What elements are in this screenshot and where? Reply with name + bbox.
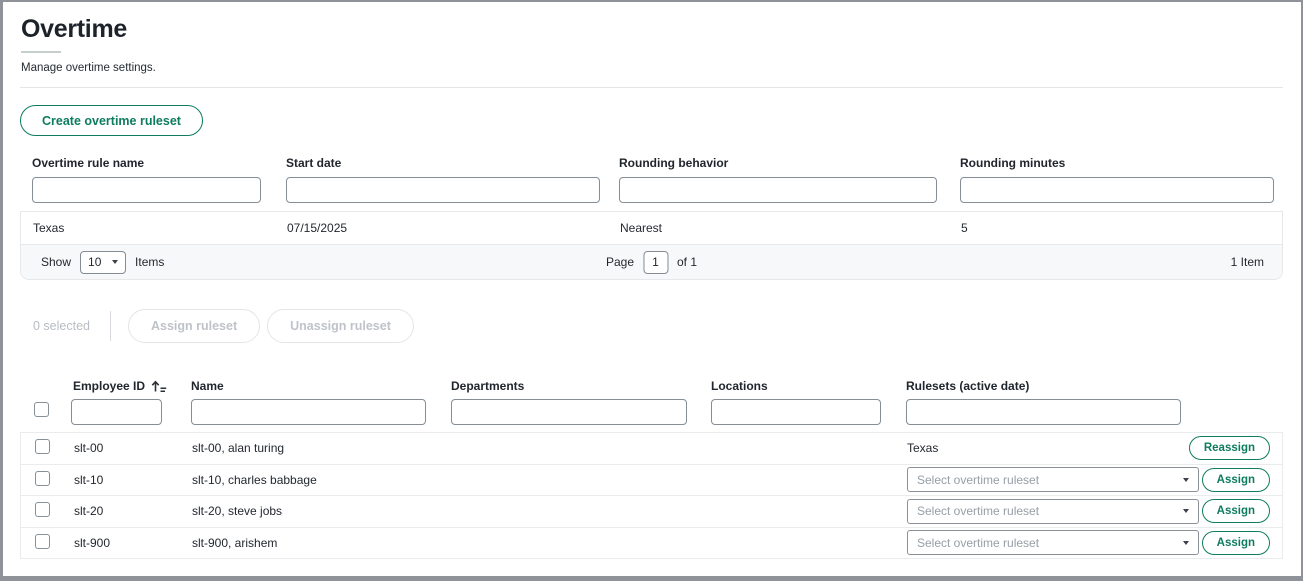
table-row: slt-900 slt-900, arishem Select overtime…: [21, 528, 1282, 560]
chevron-down-icon: [1183, 541, 1189, 545]
header-divider: [20, 87, 1283, 88]
filter-input-departments[interactable]: [451, 399, 687, 425]
column-header-rulesets: Rulesets (active date): [894, 379, 1283, 393]
chevron-down-icon: [1183, 509, 1189, 513]
page-of-label: of 1: [677, 255, 697, 269]
cell-name: slt-10, charles babbage: [180, 473, 440, 487]
sort-ascending-icon[interactable]: [151, 380, 167, 393]
rulesets-table: Overtime rule name Start date Rounding b…: [20, 156, 1283, 280]
table-row: slt-10 slt-10, charles babbage Select ov…: [21, 465, 1282, 497]
select-all-checkbox[interactable]: [34, 402, 49, 417]
select-placeholder: Select overtime ruleset: [917, 536, 1039, 550]
selected-count: 0 selected: [33, 319, 90, 333]
employees-table: Employee ID Name Departments Locations R…: [20, 379, 1283, 559]
column-header-name: Name: [179, 379, 439, 393]
select-placeholder: Select overtime ruleset: [917, 504, 1039, 518]
create-overtime-ruleset-button[interactable]: Create overtime ruleset: [20, 105, 203, 136]
filter-input-employee-id[interactable]: [71, 399, 162, 425]
page-subtitle: Manage overtime settings.: [21, 62, 1283, 74]
page-size-value: 10: [88, 255, 101, 269]
cell-ruleset: Select overtime ruleset Assign: [895, 530, 1282, 555]
page-number-input[interactable]: 1: [643, 251, 668, 274]
row-checkbox[interactable]: [35, 439, 50, 454]
cell-start-date: 07/15/2025: [275, 221, 608, 235]
cell-rule-name: Texas: [21, 221, 275, 235]
column-header-start-date: Start date: [274, 156, 607, 170]
column-header-rule-name: Overtime rule name: [20, 156, 274, 170]
employees-table-header: Employee ID Name Departments Locations R…: [20, 379, 1283, 393]
cell-employee-id: slt-10: [62, 473, 180, 487]
row-checkbox[interactable]: [35, 534, 50, 549]
row-checkbox[interactable]: [35, 471, 50, 486]
rulesets-table-body: Texas 07/15/2025 Nearest 5 Show 10 Items: [20, 211, 1283, 280]
column-header-rounding-minutes: Rounding minutes: [948, 156, 1283, 170]
cell-rounding-behavior: Nearest: [608, 221, 949, 235]
filter-input-rulesets[interactable]: [906, 399, 1181, 425]
employee-id-label: Employee ID: [73, 379, 145, 393]
page-size-select[interactable]: 10: [80, 251, 126, 274]
bulk-divider: [110, 311, 111, 341]
assign-button[interactable]: Assign: [1202, 468, 1270, 492]
cell-employee-id: slt-20: [62, 504, 180, 518]
reassign-button[interactable]: Reassign: [1189, 436, 1270, 460]
cell-rounding-minutes: 5: [949, 221, 1282, 235]
page-label: Page: [606, 255, 634, 269]
page-number-value: 1: [652, 255, 659, 269]
cell-ruleset: Texas Reassign: [895, 436, 1282, 460]
items-label: Items: [135, 255, 164, 269]
cell-name: slt-00, alan turing: [180, 441, 440, 455]
employees-filter-row: [20, 399, 1283, 425]
cell-ruleset: Select overtime ruleset Assign: [895, 499, 1282, 524]
select-placeholder: Select overtime ruleset: [917, 473, 1039, 487]
ruleset-select[interactable]: Select overtime ruleset: [907, 530, 1199, 555]
assigned-ruleset-label: Texas: [907, 441, 938, 455]
column-header-locations: Locations: [699, 379, 894, 393]
cell-ruleset: Select overtime ruleset Assign: [895, 467, 1282, 492]
filter-input-rounding-minutes[interactable]: [960, 177, 1274, 203]
chevron-down-icon: [112, 260, 118, 264]
ruleset-select[interactable]: Select overtime ruleset: [907, 499, 1199, 524]
unassign-ruleset-button[interactable]: Unassign ruleset: [267, 309, 414, 343]
assign-button[interactable]: Assign: [1202, 499, 1270, 523]
chevron-down-icon: [1183, 478, 1189, 482]
column-header-rounding-behavior: Rounding behavior: [607, 156, 948, 170]
filter-input-locations[interactable]: [711, 399, 881, 425]
table-row: slt-20 slt-20, steve jobs Select overtim…: [21, 496, 1282, 528]
rulesets-table-header: Overtime rule name Start date Rounding b…: [20, 156, 1283, 170]
filter-input-rule-name[interactable]: [32, 177, 261, 203]
column-header-departments: Departments: [439, 379, 699, 393]
filter-input-name[interactable]: [191, 399, 426, 425]
row-checkbox[interactable]: [35, 502, 50, 517]
assign-ruleset-button[interactable]: Assign ruleset: [128, 309, 260, 343]
filter-input-start-date[interactable]: [286, 177, 600, 203]
cell-name: slt-20, steve jobs: [180, 504, 440, 518]
overtime-page: Overtime Manage overtime settings. Creat…: [0, 0, 1303, 581]
employees-table-body: slt-00 slt-00, alan turing Texas Reassig…: [20, 432, 1283, 559]
cell-employee-id: slt-900: [62, 536, 180, 550]
ruleset-select[interactable]: Select overtime ruleset: [907, 467, 1199, 492]
table-row[interactable]: Texas 07/15/2025 Nearest 5: [21, 212, 1282, 245]
filter-input-rounding-behavior[interactable]: [619, 177, 937, 203]
show-label: Show: [41, 255, 71, 269]
column-header-employee-id[interactable]: Employee ID: [61, 379, 179, 393]
title-underline: [21, 51, 61, 53]
cell-employee-id: slt-00: [62, 441, 180, 455]
pagination-bar: Show 10 Items Page 1 of 1: [21, 245, 1282, 279]
table-row: slt-00 slt-00, alan turing Texas Reassig…: [21, 433, 1282, 465]
cell-name: slt-900, arishem: [180, 536, 440, 550]
bulk-actions-bar: 0 selected Assign ruleset Unassign rules…: [20, 309, 1283, 343]
rulesets-filter-row: [20, 177, 1283, 203]
page-title: Overtime: [21, 15, 1283, 44]
items-count: 1 Item: [1231, 255, 1264, 269]
assign-button[interactable]: Assign: [1202, 531, 1270, 555]
